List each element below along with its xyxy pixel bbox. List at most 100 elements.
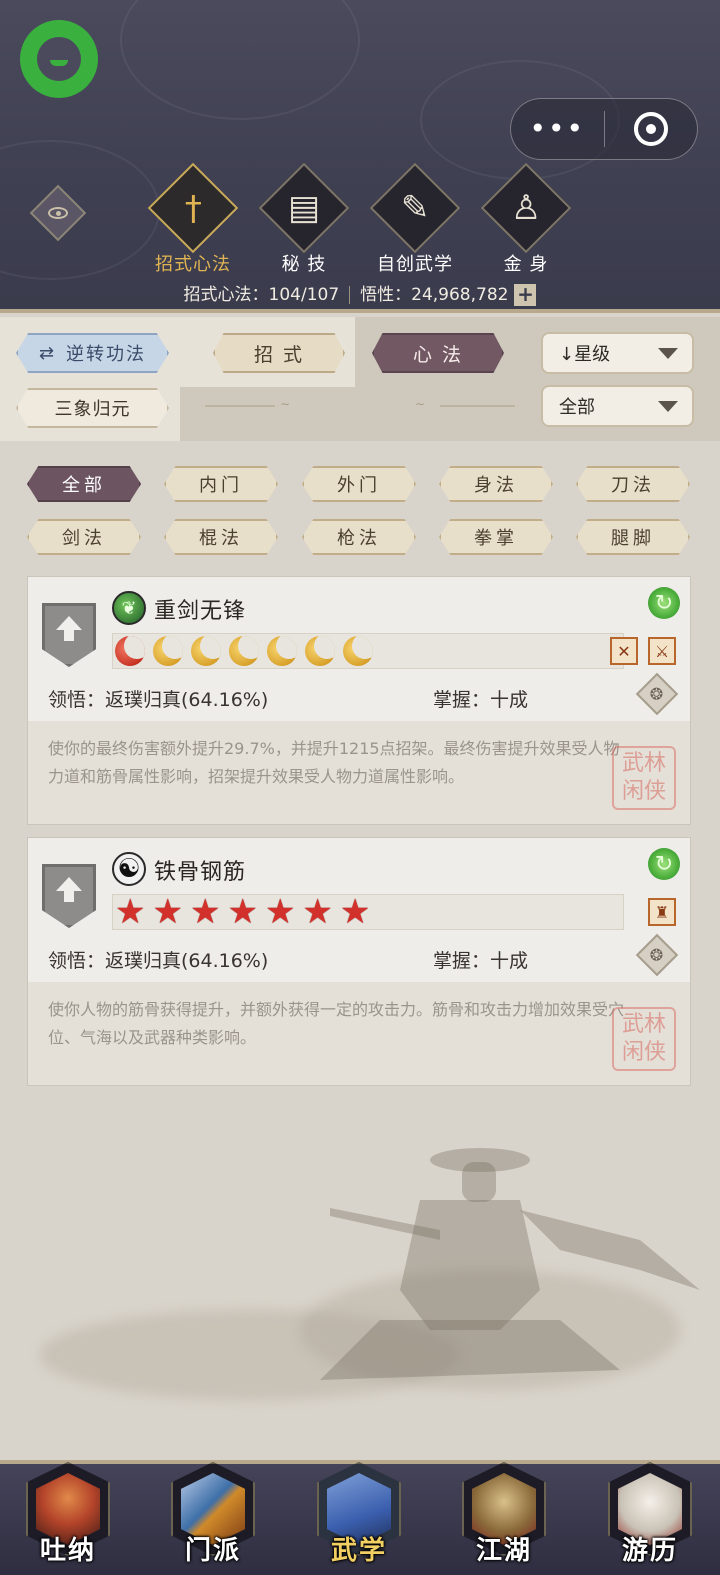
skill-description: 使你的最终伤害额外提升29.7%，并提升1215点招架。最终伤害提升效果受人物力…: [48, 739, 620, 786]
header-bar: ••• † 招式心法 ▤ 秘 技 ✎ 自创武学 ♙ 金 身 招式心法：104/1…: [0, 0, 720, 313]
chevron-down-icon: [658, 401, 678, 412]
rating-row: ★ ★ ★ ★ ★ ★ ★: [112, 894, 624, 930]
swirl-icon[interactable]: ❂: [635, 672, 679, 716]
tab-label: 招式心法: [155, 254, 231, 275]
nav-sect[interactable]: 门派: [165, 1456, 261, 1571]
leaf-skill-icon: ❦: [112, 591, 146, 625]
scroll-icon: ✎: [400, 188, 430, 228]
sword-icon: †: [184, 188, 202, 228]
cloud-decoration: [120, 0, 360, 120]
comprehension-text: 领悟：返璞归真(64.16%): [48, 689, 269, 711]
skills-count: 招式心法：104/107: [183, 285, 340, 305]
moon-icon: [115, 636, 145, 666]
comprehension-text: 领悟：返璞归真(64.16%): [48, 950, 269, 972]
moon-icon: [191, 636, 221, 666]
swirl-ornament: ∼: [415, 397, 426, 411]
divider: [205, 405, 275, 407]
seal-stamp-icon: 武林 闲侠: [612, 746, 676, 810]
category-spear[interactable]: 枪法: [302, 519, 416, 555]
nav-label: 武学: [330, 1536, 387, 1566]
bottom-nav: 吐纳 门派 武学 江湖 游历: [0, 1460, 720, 1575]
upgrade-shield-icon[interactable]: [42, 603, 96, 667]
chevron-down-icon: [658, 348, 678, 359]
nav-jianghu[interactable]: 江湖: [456, 1456, 552, 1571]
tab-custom-martial[interactable]: ✎ 自创武学: [369, 162, 461, 276]
tab-skills-methods[interactable]: † 招式心法: [147, 162, 239, 276]
skill-description: 使你人物的筋骨获得提升，并额外获得一定的攻击力。筋骨和攻击力增加效果受穴位、气海…: [48, 1000, 625, 1047]
tab-inner-methods[interactable]: 心 法: [372, 333, 504, 373]
upgrade-shield-icon[interactable]: [42, 864, 96, 928]
moon-icon: [153, 636, 183, 666]
swirl-icon[interactable]: ❂: [635, 933, 679, 977]
nav-label: 吐纳: [39, 1536, 96, 1566]
divider: [440, 405, 515, 407]
category-blade[interactable]: 刀法: [576, 466, 690, 502]
sort-dropdown[interactable]: ↓星级: [541, 332, 694, 374]
nav-breathing[interactable]: 吐纳: [20, 1456, 116, 1571]
category-kick[interactable]: 腿脚: [576, 519, 690, 555]
moon-icon: [343, 636, 373, 666]
tower-tag-icon[interactable]: ♜: [648, 898, 676, 926]
insight-value: 悟性：24,968,782: [360, 285, 509, 305]
sort-value: ↓星级: [559, 344, 611, 365]
reverse-skill-button[interactable]: ⇄ 逆转功法: [16, 333, 169, 373]
category-movement[interactable]: 身法: [439, 466, 553, 502]
category-tabs: 全部 内门 外门 身法 刀法 剑法 棍法 枪法 拳掌 腿脚: [0, 462, 720, 562]
wanderer-silhouette: [320, 1148, 700, 1380]
meditation-icon: ♙: [510, 187, 542, 228]
category-staff[interactable]: 棍法: [164, 519, 278, 555]
category-all[interactable]: 全部: [27, 466, 141, 502]
chat-logo-icon[interactable]: [20, 20, 98, 98]
swap-icon: ⇄: [38, 342, 57, 364]
swirl-ornament: ∼: [280, 397, 291, 411]
scope-dropdown[interactable]: 全部: [541, 385, 694, 427]
top-tab-nav: † 招式心法 ▤ 秘 技 ✎ 自创武学 ♙ 金 身: [147, 162, 572, 275]
skill-card[interactable]: ☯ 铁骨钢筋 ↻ ★ ★ ★ ★ ★ ★ ★ ♜ 领悟：返璞归真(64.16%)…: [27, 837, 691, 1086]
category-sword[interactable]: 剑法: [27, 519, 141, 555]
nav-martial-arts[interactable]: 武学: [311, 1456, 407, 1571]
mastery-text: 掌握：十成: [433, 950, 529, 972]
add-insight-button[interactable]: +: [514, 284, 537, 306]
rating-row: [112, 633, 624, 669]
nav-label: 门派: [184, 1536, 241, 1566]
nav-travel[interactable]: 游历: [602, 1456, 698, 1571]
taiji-icon: ☯: [112, 852, 146, 886]
star-icon: ★: [227, 892, 258, 932]
tab-moves[interactable]: 招 式: [213, 333, 345, 373]
nav-label: 江湖: [475, 1536, 532, 1566]
refresh-icon[interactable]: ↻: [648, 587, 680, 619]
seal-stamp-icon: 武林 闲侠: [612, 1007, 676, 1071]
sanxiang-button[interactable]: 三象归元: [16, 388, 169, 428]
nav-label: 游历: [621, 1536, 678, 1566]
star-icon: ★: [264, 892, 296, 932]
moon-icon: [267, 636, 297, 666]
refresh-icon[interactable]: ↻: [648, 848, 680, 880]
star-icon: ★: [115, 892, 146, 932]
weapon-tag-icon[interactable]: ⚔: [648, 637, 676, 665]
cross-tag-icon[interactable]: ✕: [610, 637, 638, 665]
tab-label: 自创武学: [377, 254, 453, 275]
moon-icon: [229, 636, 259, 666]
background-ink-painting: [0, 1090, 720, 1450]
star-icon: ★: [189, 892, 221, 932]
tab-label: 金 身: [503, 254, 549, 275]
more-options-icon[interactable]: •••: [511, 115, 604, 143]
stats-line: 招式心法：104/107 悟性：24,968,782 +: [0, 280, 720, 306]
close-target-icon[interactable]: [605, 112, 698, 146]
skill-card[interactable]: ❦ 重剑无锋 ↻ ✕ ⚔ 领悟：返璞归真(64.16%) 掌握：十成 ❂ 使你的…: [27, 576, 691, 825]
star-icon: ★: [152, 892, 183, 932]
skill-name: 重剑无锋: [154, 599, 247, 624]
category-inner[interactable]: 内门: [164, 466, 278, 502]
mini-program-capsule: •••: [510, 98, 698, 160]
book-icon: ▤: [287, 188, 321, 228]
star-icon: ★: [302, 892, 333, 932]
scope-value: 全部: [559, 397, 595, 418]
tab-label: 秘 技: [281, 254, 327, 275]
reverse-skill-label: 逆转功法: [66, 344, 147, 365]
category-outer[interactable]: 外门: [302, 466, 416, 502]
mastery-text: 掌握：十成: [433, 689, 529, 711]
tab-secret-arts[interactable]: ▤ 秘 技: [258, 162, 350, 276]
skill-name: 铁骨钢筋: [154, 860, 247, 885]
tab-golden-body[interactable]: ♙ 金 身: [480, 162, 572, 276]
category-fist[interactable]: 拳掌: [439, 519, 553, 555]
